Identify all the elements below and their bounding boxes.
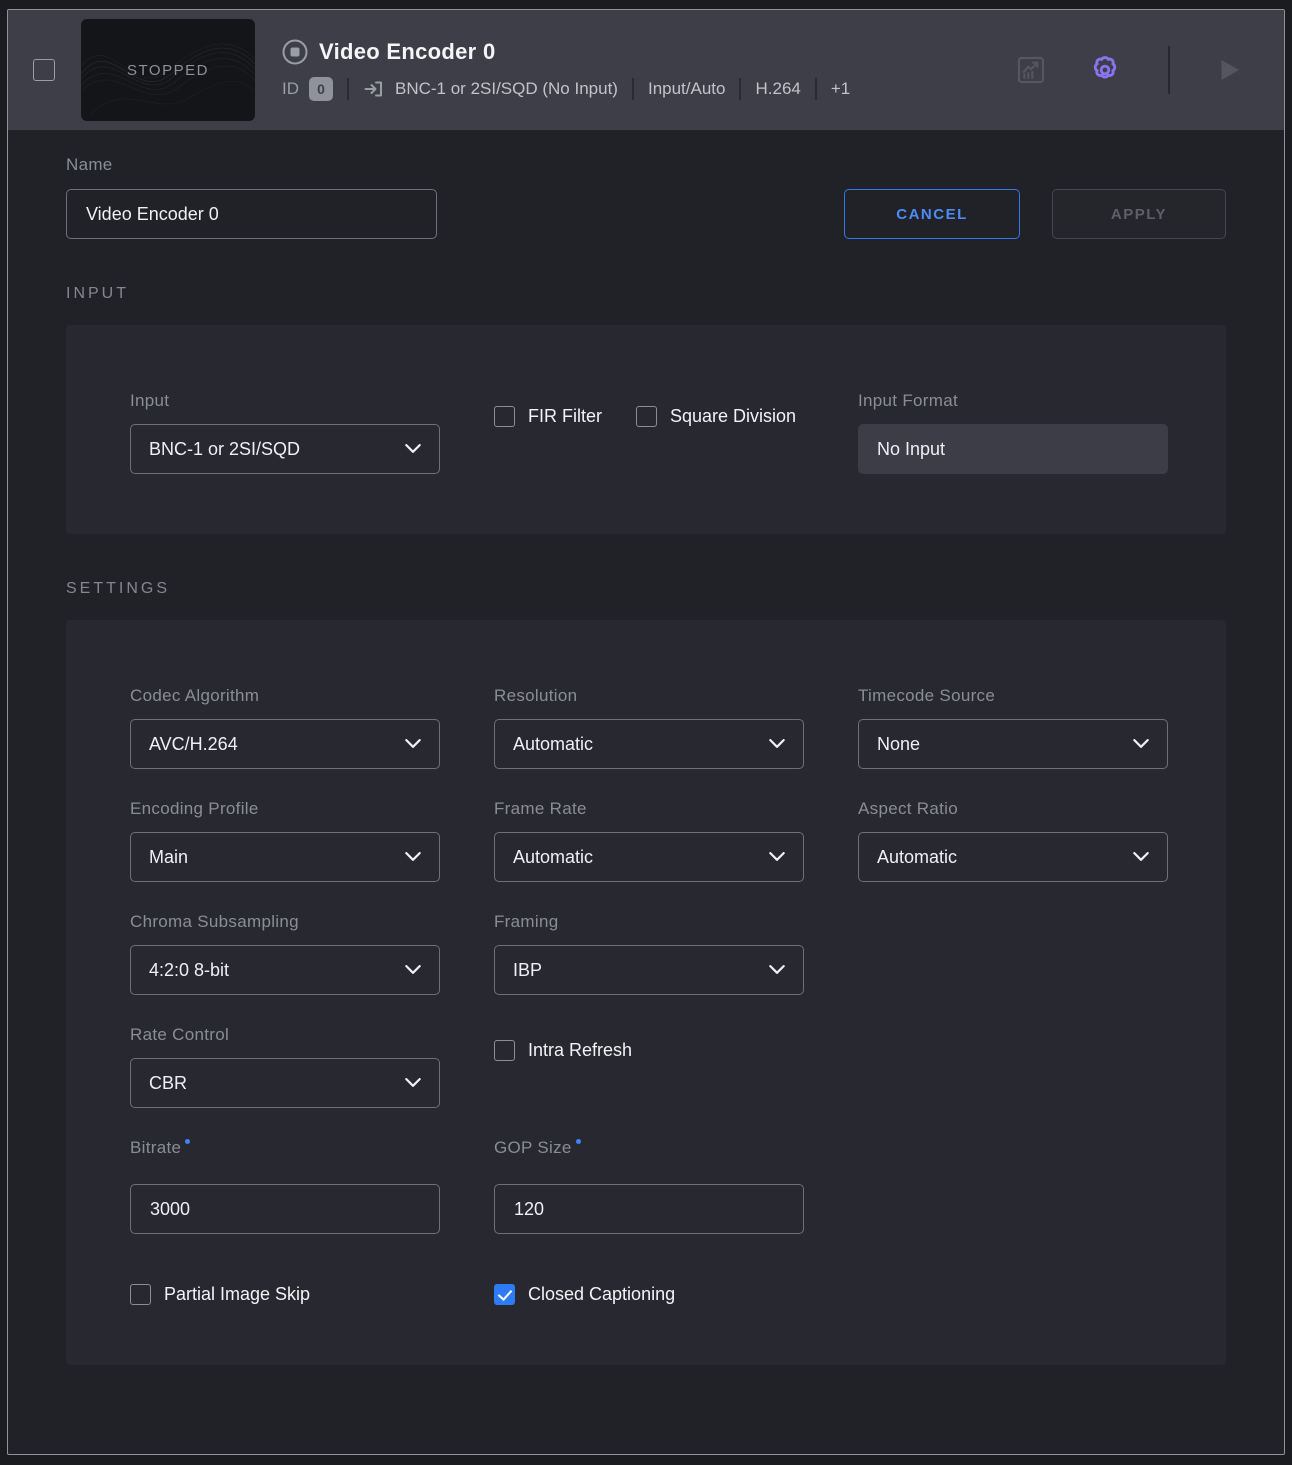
closed-captioning-checkbox[interactable] — [494, 1284, 515, 1305]
framing-value: IBP — [513, 960, 769, 981]
partial-image-skip-checkbox[interactable] — [130, 1284, 151, 1305]
meta-mode: Input/Auto — [648, 79, 726, 99]
bitrate-input[interactable] — [130, 1184, 440, 1234]
codec-algorithm-label: Codec Algorithm — [130, 686, 440, 706]
timecode-source-label: Timecode Source — [858, 686, 1168, 706]
encoder-meta: ID 0 BNC-1 or 2SI/SQD (No Input) Input/A… — [282, 77, 1014, 101]
chroma-subsampling-label: Chroma Subsampling — [130, 912, 440, 932]
rate-control-select[interactable]: CBR — [130, 1058, 440, 1108]
chart-icon — [1015, 54, 1047, 86]
chevron-down-icon — [405, 1078, 421, 1088]
rate-control-label: Rate Control — [130, 1025, 440, 1045]
aspect-ratio-label: Aspect Ratio — [858, 799, 1168, 819]
chevron-down-icon — [1133, 739, 1149, 749]
chevron-down-icon — [405, 739, 421, 749]
id-badge: 0 — [309, 77, 333, 101]
timecode-source-value: None — [877, 734, 1133, 755]
id-label: ID — [282, 79, 299, 99]
codec-algorithm-select[interactable]: AVC/H.264 — [130, 719, 440, 769]
apply-button[interactable]: APPLY — [1052, 189, 1226, 239]
meta-codec: H.264 — [755, 79, 800, 99]
aspect-ratio-value: Automatic — [877, 847, 1133, 868]
chevron-down-icon — [769, 739, 785, 749]
name-label: Name — [66, 155, 437, 175]
input-format-value: No Input — [858, 424, 1168, 474]
gop-size-label: GOP Size — [494, 1138, 804, 1158]
frame-rate-value: Automatic — [513, 847, 769, 868]
chevron-down-icon — [769, 852, 785, 862]
partial-image-skip-label: Partial Image Skip — [164, 1284, 310, 1305]
input-section-title: INPUT — [66, 285, 1226, 303]
frame-rate-label: Frame Rate — [494, 799, 804, 819]
settings-section-title: SETTINGS — [66, 580, 1226, 598]
codec-algorithm-value: AVC/H.264 — [149, 734, 405, 755]
name-input[interactable] — [66, 189, 437, 239]
timecode-source-select[interactable]: None — [858, 719, 1168, 769]
encoder-panel: STOPPED Video Encoder 0 ID 0 BNC-1 o — [7, 9, 1285, 1455]
stopped-state-icon — [282, 39, 308, 65]
encoder-header: STOPPED Video Encoder 0 ID 0 BNC-1 o — [8, 10, 1284, 130]
divider — [347, 78, 349, 100]
resolution-label: Resolution — [494, 686, 804, 706]
input-select-value: BNC-1 or 2SI/SQD — [149, 439, 405, 460]
chevron-down-icon — [1133, 852, 1149, 862]
closed-captioning-label: Closed Captioning — [528, 1284, 675, 1305]
stats-button[interactable] — [1014, 53, 1048, 87]
encoder-form: Name CANCEL APPLY INPUT Input BNC-1 or 2… — [8, 130, 1284, 1454]
encoding-profile-value: Main — [149, 847, 405, 868]
divider — [815, 78, 817, 100]
chevron-down-icon — [405, 965, 421, 975]
gear-icon — [1088, 52, 1122, 88]
bitrate-label-text: Bitrate — [130, 1138, 181, 1157]
chroma-subsampling-value: 4:2:0 8-bit — [149, 960, 405, 981]
select-encoder-checkbox[interactable] — [33, 59, 55, 81]
gop-size-input[interactable] — [494, 1184, 804, 1234]
preview-thumbnail: STOPPED — [81, 19, 255, 121]
input-label: Input — [130, 391, 440, 411]
chevron-down-icon — [405, 852, 421, 862]
cancel-button[interactable]: CANCEL — [844, 189, 1020, 239]
divider — [1168, 46, 1170, 94]
settings-card: Codec Algorithm AVC/H.264 Resolution Aut… — [66, 620, 1226, 1365]
rate-control-value: CBR — [149, 1073, 405, 1094]
input-select[interactable]: BNC-1 or 2SI/SQD — [130, 424, 440, 474]
fir-filter-label: FIR Filter — [528, 406, 602, 427]
chevron-down-icon — [405, 444, 421, 454]
play-button[interactable] — [1214, 55, 1244, 85]
input-card: Input BNC-1 or 2SI/SQD FIR Filter — [66, 325, 1226, 534]
header-actions — [1014, 46, 1244, 94]
frame-rate-select[interactable]: Automatic — [494, 832, 804, 882]
meta-more: +1 — [831, 79, 850, 99]
required-dot — [185, 1139, 190, 1144]
required-dot — [576, 1139, 581, 1144]
divider — [739, 78, 741, 100]
intra-refresh-label: Intra Refresh — [528, 1040, 632, 1061]
square-division-label: Square Division — [670, 406, 796, 427]
status-badge: STOPPED — [81, 19, 255, 121]
bitrate-label: Bitrate — [130, 1138, 440, 1158]
resolution-value: Automatic — [513, 734, 769, 755]
framing-select[interactable]: IBP — [494, 945, 804, 995]
aspect-ratio-select[interactable]: Automatic — [858, 832, 1168, 882]
input-source-icon — [363, 78, 385, 100]
intra-refresh-checkbox[interactable] — [494, 1040, 515, 1061]
chevron-down-icon — [769, 965, 785, 975]
encoding-profile-label: Encoding Profile — [130, 799, 440, 819]
input-format-label: Input Format — [858, 391, 1168, 411]
fir-filter-checkbox[interactable] — [494, 406, 515, 427]
page-title: Video Encoder 0 — [319, 39, 495, 65]
resolution-select[interactable]: Automatic — [494, 719, 804, 769]
chroma-subsampling-select[interactable]: 4:2:0 8-bit — [130, 945, 440, 995]
framing-label: Framing — [494, 912, 804, 932]
meta-input: BNC-1 or 2SI/SQD (No Input) — [395, 79, 618, 99]
settings-button[interactable] — [1088, 53, 1122, 87]
encoding-profile-select[interactable]: Main — [130, 832, 440, 882]
divider — [632, 78, 634, 100]
square-division-checkbox[interactable] — [636, 406, 657, 427]
title-block: Video Encoder 0 ID 0 BNC-1 or 2SI/SQD (N… — [282, 39, 1014, 101]
gop-size-label-text: GOP Size — [494, 1138, 572, 1157]
